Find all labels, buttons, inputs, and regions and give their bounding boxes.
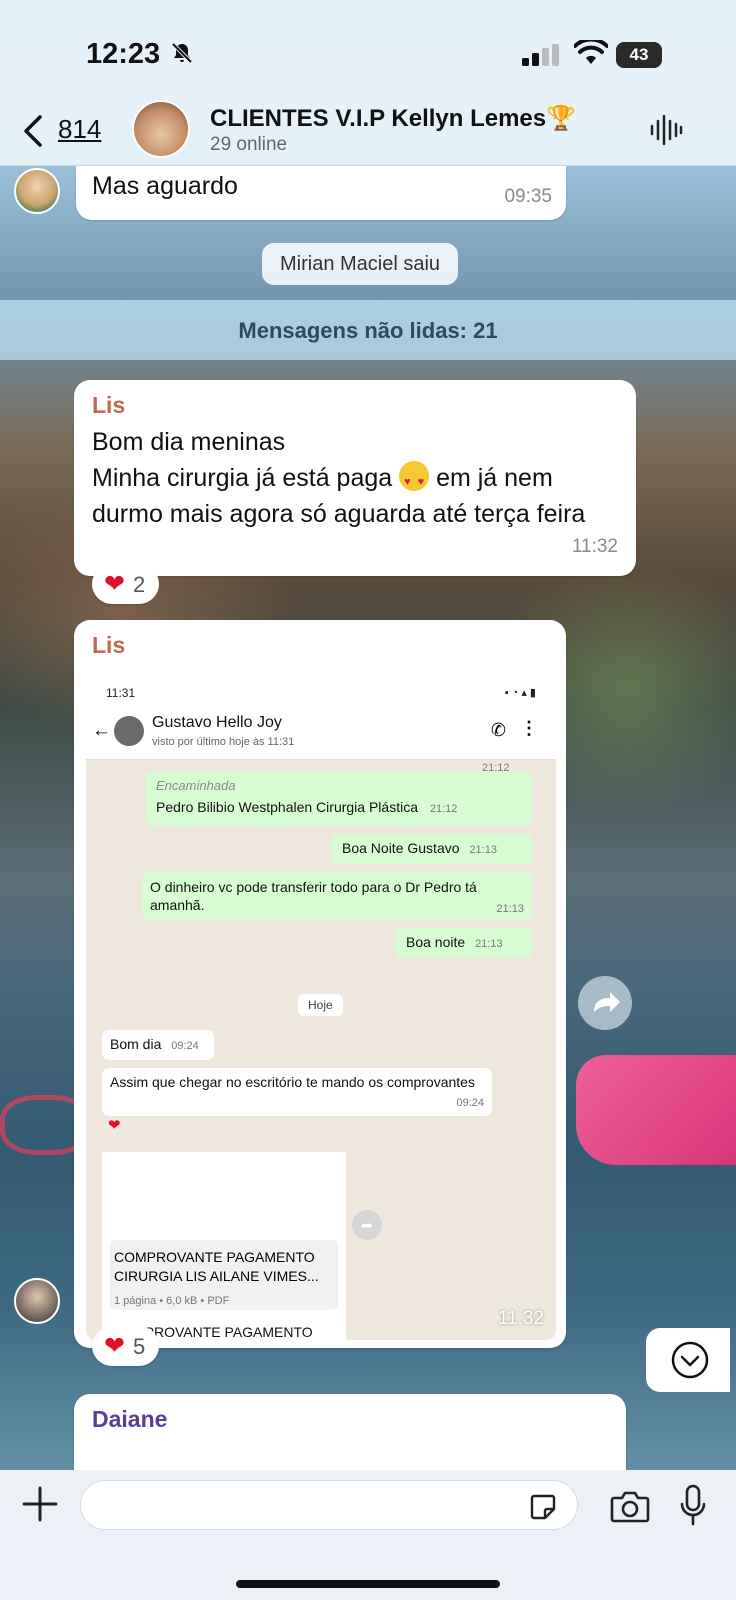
system-message: Mirian Maciel saiu xyxy=(262,243,459,285)
image-message-bubble[interactable]: Lis 11:31 ▪ ◔ ▴ ▮ ← Gustavo Hello Joy vi… xyxy=(74,620,566,1348)
message-input[interactable] xyxy=(80,1480,578,1530)
message-bubble[interactable]: Lis Bom dia meninas Minha cirurgia já es… xyxy=(74,380,636,576)
wifi-icon xyxy=(574,40,608,64)
embedded-contact-name: Gustavo Hello Joy xyxy=(152,714,282,731)
sender-avatar[interactable] xyxy=(14,168,60,214)
chevron-down-circle-icon xyxy=(671,1341,709,1379)
embedded-contact-avatar xyxy=(114,716,144,746)
embedded-day-divider: Hoje xyxy=(298,994,343,1016)
embedded-forward-icon: ➦ xyxy=(352,1210,382,1240)
forward-message-button[interactable] xyxy=(578,976,632,1030)
back-unread-count[interactable]: 814 xyxy=(58,114,101,145)
embedded-chat-header: ← Gustavo Hello Joy visto por último hoj… xyxy=(86,706,556,760)
document-file-card: COMPROVANTE PAGAMENTO CIRURGIA LIS AILAN… xyxy=(110,1240,338,1310)
embedded-status-icons: ▪ ◔ ▴ ▮ xyxy=(504,687,536,699)
message-text: Bom dia meninas Minha cirurgia já está p… xyxy=(92,424,612,532)
sender-name[interactable]: Daiane xyxy=(92,1406,167,1433)
embedded-message-time: 09:24 xyxy=(456,1097,484,1109)
attach-plus-icon[interactable] xyxy=(20,1484,60,1524)
embedded-message-text: Boa noite xyxy=(406,934,466,950)
sticker-icon[interactable] xyxy=(528,1492,558,1522)
image-timestamp: 11:32 xyxy=(497,1308,544,1329)
reaction-count: 5 xyxy=(132,1334,146,1359)
message-input-bar xyxy=(0,1470,736,1600)
sender-name[interactable]: Lis xyxy=(92,392,125,419)
embedded-message-time: 21:13 xyxy=(496,903,524,915)
silent-bell-icon xyxy=(171,42,193,64)
document-meta: 1 página • 6,0 kB • PDF xyxy=(114,1295,230,1307)
embedded-message-time: 09:24 xyxy=(171,1040,199,1052)
embedded-document-message: COMPROVANTE PAGAMENTO CIRURGIA LIS AILAN… xyxy=(102,1152,346,1340)
message-line: Minha cirurgia já está paga xyxy=(92,464,393,492)
camera-icon[interactable] xyxy=(610,1488,650,1524)
embedded-status-bar: 11:31 ▪ ◔ ▴ ▮ xyxy=(86,676,556,706)
message-time: 11:32 xyxy=(571,536,618,557)
heart-icon: ❤ xyxy=(104,570,125,598)
embedded-message: Bom dia 09:24 xyxy=(102,1030,214,1060)
voice-chat-icon[interactable] xyxy=(648,112,684,148)
home-indicator xyxy=(236,1580,500,1588)
embedded-forwarded-message: Encaminhada Pedro Bilibio Westphalen Cir… xyxy=(146,772,532,826)
heart-icon: ❤ xyxy=(104,1332,125,1360)
embedded-message-time: 21:13 xyxy=(475,938,503,950)
reaction-badge[interactable]: ❤ 2 xyxy=(92,564,160,604)
embedded-message-text: Boa Noite Gustavo xyxy=(342,840,460,856)
unread-divider: Mensagens não lidas: 21 xyxy=(238,318,498,343)
group-avatar[interactable] xyxy=(132,100,190,158)
embedded-message-text: Bom dia xyxy=(110,1036,162,1052)
document-filename: COMPROVANTE PAGAMENTO CIRURGIA LIS AILAN… xyxy=(114,1249,319,1284)
document-preview xyxy=(102,1152,346,1234)
group-title[interactable]: CLIENTES V.I.P Kellyn Lemes🏆 xyxy=(210,104,576,133)
sender-avatar[interactable] xyxy=(14,1278,60,1324)
message-line: Bom dia meninas xyxy=(92,428,286,456)
message-time: 09:35 xyxy=(504,186,552,207)
embedded-message-text: Pedro Bilibio Westphalen Cirurgia Plásti… xyxy=(156,799,418,815)
embedded-contact-status: visto por último hoje às 11:31 xyxy=(152,736,295,748)
embedded-menu-icon: ⋮ xyxy=(520,718,538,738)
embedded-message: Boa Noite Gustavo 21:13 xyxy=(332,834,532,864)
cellular-signal-icon xyxy=(522,44,559,66)
embedded-heart-icon: ❤ xyxy=(108,1117,121,1134)
screenshot-image[interactable]: 11:31 ▪ ◔ ▴ ▮ ← Gustavo Hello Joy visto … xyxy=(86,676,556,1340)
scroll-to-bottom-button[interactable] xyxy=(646,1328,730,1392)
embedded-message-text: Assim que chegar no escritório te mando … xyxy=(110,1074,475,1090)
embedded-message-text: O dinheiro vc pode transferir todo para … xyxy=(150,879,477,913)
reaction-badge[interactable]: ❤ 5 xyxy=(92,1326,160,1366)
status-bar: 12:23 43 xyxy=(0,0,736,100)
embedded-add-call-icon: ✆ xyxy=(490,720,506,740)
embedded-message: O dinheiro vc pode transferir todo para … xyxy=(142,872,532,920)
message-bubble[interactable]: Daiane xyxy=(74,1394,626,1474)
message-text: Mas aguardo xyxy=(92,172,238,200)
embedded-message-time: 21:12 xyxy=(429,803,458,815)
heart-eyes-emoji-icon xyxy=(399,461,430,500)
chat-header: 814 CLIENTES V.I.P Kellyn Lemes🏆 29 onli… xyxy=(0,100,736,166)
embedded-message: Assim que chegar no escritório te mando … xyxy=(102,1068,492,1116)
embedded-message: Boa noite 21:13 xyxy=(396,928,532,958)
sender-name[interactable]: Lis xyxy=(92,632,125,659)
group-online-count: 29 online xyxy=(210,134,288,155)
status-time: 12:23 xyxy=(86,38,161,70)
back-chevron-icon[interactable] xyxy=(20,114,46,148)
embedded-time: 11:31 xyxy=(106,686,136,700)
microphone-icon[interactable] xyxy=(680,1484,706,1526)
battery-indicator: 43 xyxy=(616,42,662,68)
message-bubble[interactable]: Mas aguardo 09:35 xyxy=(76,166,566,220)
embedded-message-time: 21:13 xyxy=(469,844,497,856)
reaction-count: 2 xyxy=(132,572,146,597)
forwarded-label: Encaminhada xyxy=(156,778,236,793)
embedded-back-arrow-icon: ← xyxy=(92,720,111,741)
